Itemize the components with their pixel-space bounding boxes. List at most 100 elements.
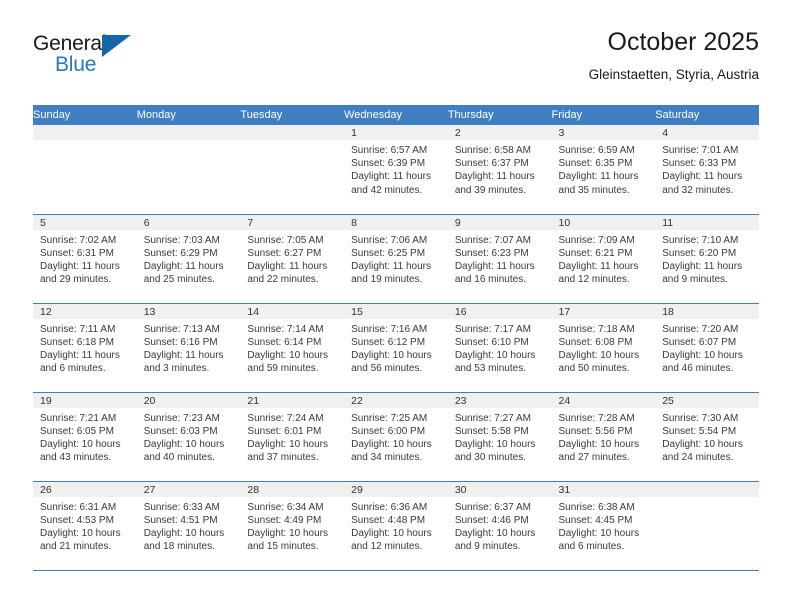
day-detail-line: Sunset: 6:35 PM [558,158,633,170]
day-cell[interactable]: 15 Sunrise: 7:16 AM Sunset: 6:12 PM Dayligh… [344,302,448,392]
day-number: 9 [447,214,552,230]
day-cell[interactable]: 25 Sunrise: 7:30 AM Sunset: 5:54 PM Dayligh… [655,391,759,481]
column-header-friday: Friday [551,105,656,125]
day-detail-line: and 34 minutes. [351,452,423,464]
day-detail-line: Sunset: 6:12 PM [351,336,426,348]
day-detail-line: Sunset: 6:29 PM [143,247,218,259]
day-detail-line: Sunset: 6:18 PM [40,336,114,348]
day-number: 6 [136,214,241,230]
day-detail-line: Sunrise: 7:10 AM [662,234,739,246]
day-cell[interactable]: 13 Sunrise: 7:13 AM Sunset: 6:16 PM Dayligh… [136,302,241,392]
day-detail-line: Sunset: 6:05 PM [40,425,114,437]
day-detail-line: and 35 minutes. [558,184,630,196]
day-cell[interactable]: 31 Sunrise: 6:38 AM Sunset: 4:45 PM Dayligh… [551,480,656,570]
day-details: Sunrise: 7:25 AM Sunset: 6:00 PM Daylight:… [344,408,448,465]
day-cell[interactable]: 11 Sunrise: 7:10 AM Sunset: 6:20 PM Dayligh… [655,213,759,303]
day-details: Sunrise: 6:31 AM Sunset: 4:53 PM Daylight:… [33,497,137,554]
day-cell[interactable]: 22 Sunrise: 7:25 AM Sunset: 6:00 PM Dayligh… [344,391,448,481]
day-detail-line: Sunrise: 7:21 AM [40,412,117,424]
day-cell[interactable]: 16 Sunrise: 7:17 AM Sunset: 6:10 PM Dayligh… [447,302,552,392]
day-detail-line: Sunrise: 7:02 AM [40,234,117,246]
day-detail-line: Daylight: 10 hours [247,527,329,539]
day-detail-line: Sunset: 6:08 PM [558,336,633,348]
day-cell[interactable]: 6 Sunrise: 7:03 AM Sunset: 6:29 PM Daylight… [136,213,241,303]
day-details: Sunrise: 7:30 AM Sunset: 5:54 PM Daylight:… [655,408,759,465]
day-cell[interactable]: 9 Sunrise: 7:07 AM Sunset: 6:23 PM Daylight… [447,213,552,303]
day-cell[interactable]: 1 Sunrise: 6:57 AM Sunset: 6:39 PM Daylight… [344,125,448,214]
day-detail-line: Daylight: 11 hours [454,171,535,183]
day-detail-line: Daylight: 10 hours [351,349,432,361]
day-detail-line: Daylight: 10 hours [454,527,536,539]
day-cell[interactable]: 28 Sunrise: 6:34 AM Sunset: 4:49 PM Dayligh… [240,480,345,570]
day-detail-line: Sunrise: 6:59 AM [558,145,635,156]
day-cell[interactable]: 12 Sunrise: 7:11 AM Sunset: 6:18 PM Dayligh… [33,302,137,392]
day-detail-line: Sunrise: 7:05 AM [247,234,324,246]
day-detail-line: Sunrise: 7:06 AM [351,234,428,246]
day-detail-line: Sunset: 6:37 PM [454,158,529,170]
day-detail-line: Sunrise: 6:33 AM [143,501,220,513]
day-detail-line: Daylight: 11 hours [40,349,120,361]
day-detail-line: Sunrise: 7:17 AM [454,323,531,335]
day-cell[interactable]: 2 Sunrise: 6:58 AM Sunset: 6:37 PM Daylight… [447,125,552,214]
day-cell[interactable]: 27 Sunrise: 6:33 AM Sunset: 4:51 PM Dayligh… [136,480,241,570]
day-cell[interactable]: 18 Sunrise: 7:20 AM Sunset: 6:07 PM Dayligh… [655,302,759,392]
day-cell[interactable]: 3 Sunrise: 6:59 AM Sunset: 6:35 PM Daylight… [551,125,656,214]
page-title: October 2025 [607,28,760,56]
day-details: Sunrise: 7:05 AM Sunset: 6:27 PM Daylight:… [240,230,344,287]
day-details: Sunrise: 7:02 AM Sunset: 6:31 PM Daylight:… [33,230,137,287]
day-number: 16 [447,303,552,319]
day-cell[interactable]: 17 Sunrise: 7:18 AM Sunset: 6:08 PM Dayligh… [551,302,656,392]
day-details: Sunrise: 6:37 AM Sunset: 4:46 PM Daylight:… [448,497,552,554]
day-details: Sunrise: 7:03 AM Sunset: 6:29 PM Daylight:… [137,230,241,287]
day-cell[interactable]: 21 Sunrise: 7:24 AM Sunset: 6:01 PM Dayligh… [240,391,345,481]
calendar-week-row: 26 Sunrise: 6:31 AM Sunset: 4:53 PM Dayligh… [33,480,759,570]
day-cell[interactable]: 5 Sunrise: 7:02 AM Sunset: 6:31 PM Daylight… [33,213,137,303]
day-cell[interactable]: 30 Sunrise: 6:37 AM Sunset: 4:46 PM Dayligh… [447,480,552,570]
brand-logo[interactable]: General Blue [33,32,163,84]
day-detail-line: Sunrise: 7:20 AM [662,323,739,335]
day-cell[interactable]: 4 Sunrise: 7:01 AM Sunset: 6:33 PM Daylight… [655,125,759,214]
day-number: 23 [447,392,552,408]
day-cell[interactable]: 20 Sunrise: 7:23 AM Sunset: 6:03 PM Dayligh… [136,391,241,481]
day-detail-line: and 39 minutes. [454,184,526,196]
day-detail-line: Sunrise: 7:23 AM [143,412,220,424]
day-cell[interactable]: 10 Sunrise: 7:09 AM Sunset: 6:21 PM Dayligh… [551,213,656,303]
column-header-monday: Monday [136,105,241,125]
day-detail-line: Daylight: 11 hours [558,260,639,272]
day-cell[interactable]: 7 Sunrise: 7:05 AM Sunset: 6:27 PM Daylight… [240,213,345,303]
day-details [240,140,344,144]
day-detail-line: and 16 minutes. [454,274,526,286]
day-cell[interactable]: 8 Sunrise: 7:06 AM Sunset: 6:25 PM Daylight… [344,213,448,303]
day-number: 20 [136,392,241,408]
day-cell[interactable]: 24 Sunrise: 7:28 AM Sunset: 5:56 PM Dayligh… [551,391,656,481]
day-cell[interactable]: 23 Sunrise: 7:27 AM Sunset: 5:58 PM Dayligh… [447,391,552,481]
day-detail-line: Daylight: 11 hours [351,260,431,272]
day-details: Sunrise: 6:59 AM Sunset: 6:35 PM Daylight:… [552,140,656,197]
calendar-week-row: 12 Sunrise: 7:11 AM Sunset: 6:18 PM Dayligh… [33,302,759,392]
day-details: Sunrise: 7:14 AM Sunset: 6:14 PM Daylight:… [240,319,344,376]
day-number: 19 [33,392,137,408]
day-details [33,140,137,144]
day-detail-line: Daylight: 10 hours [40,527,121,539]
calendar-body: 1 Sunrise: 6:57 AM Sunset: 6:39 PM Daylight… [33,125,759,570]
day-details: Sunrise: 6:34 AM Sunset: 4:49 PM Daylight:… [240,497,344,554]
day-cell[interactable]: 14 Sunrise: 7:14 AM Sunset: 6:14 PM Dayligh… [240,302,345,392]
day-detail-line: Sunset: 4:53 PM [40,514,114,526]
day-detail-line: Sunset: 5:56 PM [558,425,633,437]
title-block: October 2025 Gleinstaetten, Styria, Aust… [589,27,759,84]
day-detail-line: Daylight: 10 hours [40,438,121,450]
day-detail-line: Sunset: 5:54 PM [662,425,737,437]
day-cell[interactable]: 29 Sunrise: 6:36 AM Sunset: 4:48 PM Dayligh… [344,480,448,570]
day-detail-line: Sunrise: 7:07 AM [454,234,531,246]
day-cell[interactable]: 19 Sunrise: 7:21 AM Sunset: 6:05 PM Dayligh… [33,391,137,481]
day-detail-line: and 19 minutes. [351,274,423,286]
column-header-tuesday: Tuesday [240,105,345,125]
day-cell[interactable]: 26 Sunrise: 6:31 AM Sunset: 4:53 PM Dayligh… [33,480,137,570]
day-number: 12 [33,303,137,319]
day-details [137,140,241,144]
day-detail-line: Sunset: 4:51 PM [143,514,218,526]
day-detail-line: Daylight: 11 hours [454,260,535,272]
day-detail-line: Sunrise: 7:01 AM [662,145,739,156]
day-detail-line: Daylight: 10 hours [143,438,225,450]
day-detail-line: Daylight: 10 hours [454,438,536,450]
